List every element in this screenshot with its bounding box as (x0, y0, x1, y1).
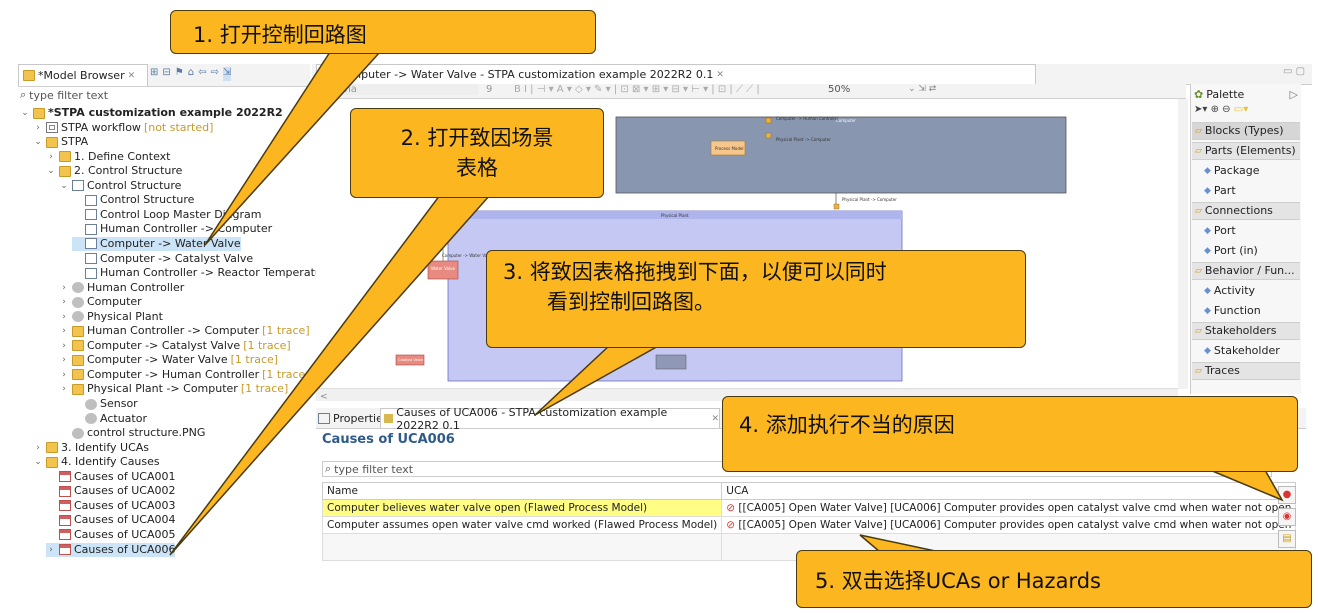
callout-2-line1: 2. 打开致因场景 (400, 126, 554, 150)
callout-2-line2: 表格 (456, 156, 498, 180)
callout-4-text: 4. 添加执行不当的原因 (739, 413, 955, 437)
callout-5-text: 5. 双击选择UCAs or Hazards (815, 569, 1101, 593)
callout-1-text: 1. 打开控制回路图 (193, 23, 367, 47)
callout-3: 3. 将致因表格拖拽到下面，以便可以同时 看到控制回路图。 (486, 250, 1026, 348)
callout-3-line2: 看到控制回路图。 (547, 290, 715, 314)
callout-5: 5. 双击选择UCAs or Hazards (796, 550, 1312, 608)
callout-2: 2. 打开致因场景 表格 (350, 108, 604, 198)
callout-4: 4. 添加执行不当的原因 (722, 396, 1298, 472)
callout-3-line1: 3. 将致因表格拖拽到下面，以便可以同时 (503, 260, 887, 284)
callout-1: 1. 打开控制回路图 (170, 10, 596, 54)
